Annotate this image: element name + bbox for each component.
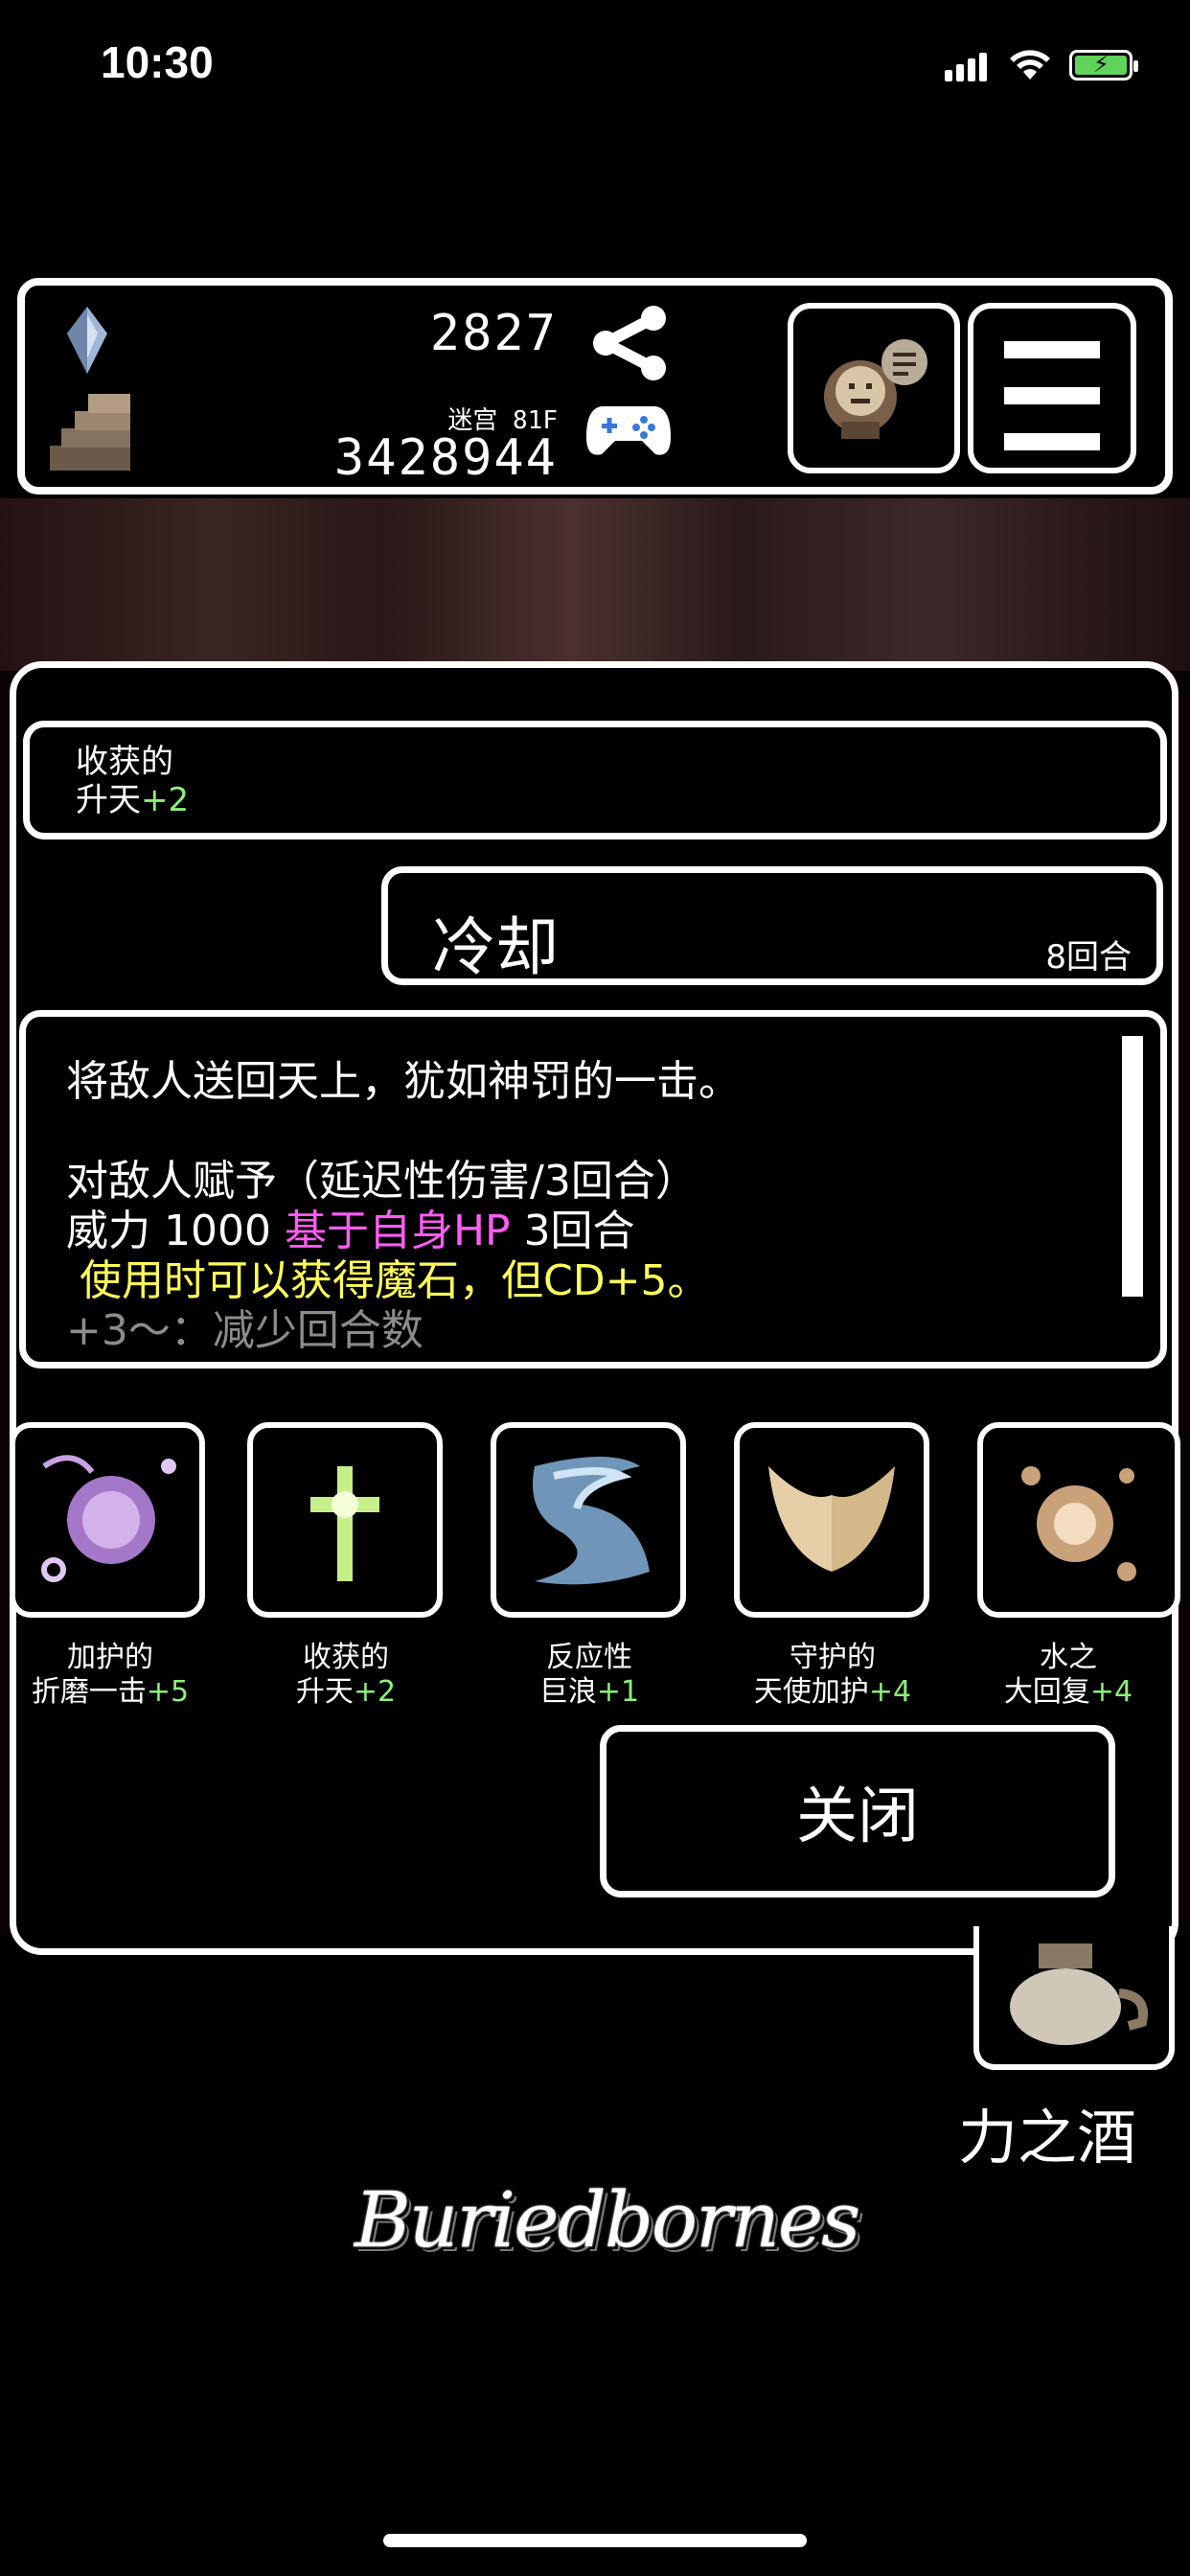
skill-label-3: 反应性 巨浪+1 [538,1641,640,1709]
dungeon-background [0,498,1190,671]
skill-source-prefix: 收获的 [76,743,173,781]
skill-label-1: 加护的 折磨一击+5 [31,1641,190,1709]
dungeon-stairs-icon [50,394,130,471]
game-logo: Buriedbornes [355,2175,860,2265]
home-indicator[interactable] [383,2534,807,2547]
holy-cross-skill-icon [310,1466,379,1581]
tidal-wave-skill-icon [533,1457,650,1585]
description-line-5: +3～：减少回合数 [66,1306,423,1355]
magic-stone-icon [67,307,107,374]
dark-orb-skill-icon [41,1455,176,1582]
npc-chat-icon [824,339,927,439]
skill-card-2[interactable] [247,1422,443,1618]
status-icons: ⚡ [945,46,1138,84]
description-line-2: 对敌人赋予（延迟性伤害/3回合） [66,1157,698,1206]
potion-item-label: 力之酒 [958,2103,1137,2173]
battery-icon: ⚡ [1069,50,1138,80]
close-button[interactable]: 关闭 [600,1725,1115,1898]
hamburger-menu-icon [973,341,1131,450]
potion-item-card[interactable] [973,1926,1175,2070]
description-line-4: 使用时可以获得魔石，但CD+5。 [66,1256,710,1305]
skill-description-box: 将敌人送回天上，犹如神罚的一击。 对敌人赋予（延迟性伤害/3回合） 威力 100… [19,1010,1167,1368]
share-icon[interactable] [592,305,671,381]
menu-button[interactable] [968,303,1136,473]
description-line-1: 将敌人送回天上，犹如神罚的一击。 [66,1057,741,1106]
cooldown-box: 冷却 8回合 [381,866,1163,985]
skill-label-5: 水之 大回复+4 [1003,1641,1133,1709]
magic-stone-count: 2827 [429,305,558,362]
skill-card-1[interactable] [10,1422,205,1618]
chat-button[interactable] [788,303,960,473]
skill-card-5[interactable] [977,1422,1180,1618]
wine-jug-icon [1010,1944,1148,2045]
skill-card-3[interactable] [491,1422,686,1618]
skill-card-4[interactable] [734,1422,929,1618]
great-heal-skill-icon [1021,1466,1136,1581]
gamepad-icon[interactable] [584,399,673,462]
cellular-signal-icon [945,49,991,81]
description-scrollbar[interactable] [1122,1036,1143,1297]
wifi-icon [1010,50,1050,80]
cooldown-title: 冷却 [432,910,559,984]
skill-label-4: 守护的 天使加护+4 [753,1641,912,1709]
skill-label-2: 收获的 升天+2 [295,1641,397,1709]
cooldown-turns: 8回合 [1045,938,1132,977]
angel-wings-skill-icon [768,1466,895,1572]
score-value: 3428944 [333,429,558,487]
description-line-3: 威力 1000 基于自身HP 3回合 [66,1207,635,1255]
status-time: 10:30 [101,37,214,87]
skill-source-name-line: 升天+2 [76,781,190,819]
skill-source-card: 收获的 升天+2 [23,721,1167,840]
